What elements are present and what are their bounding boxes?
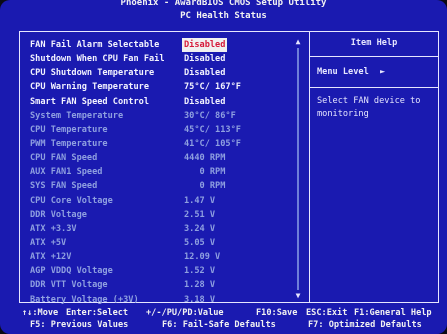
- reading-value: 0 RPM: [184, 181, 226, 192]
- key-general-help: F1:General Help: [354, 308, 432, 318]
- key-optimized-defaults: F7: Optimized Defaults: [308, 320, 422, 330]
- setting-label: Smart FAN Speed Control: [30, 96, 149, 107]
- reading-label: ATX +5V: [30, 237, 67, 248]
- reading-label: AGP VDDQ Voltage: [30, 266, 113, 277]
- key-fail-safe-defaults: F6: Fail-Safe Defaults: [162, 320, 276, 330]
- setting-label: FAN Fail Alarm Selectable: [30, 40, 160, 50]
- reading-label: CPU Temperature: [30, 124, 108, 135]
- key-move: ↑↓:Move: [22, 308, 59, 318]
- reading-value: 30°C/ 86°F: [184, 110, 236, 121]
- reading-row-atx-5v: ATX +5V 5.05 V: [30, 236, 300, 250]
- bios-screen: Phoenix - AwardBIOS CMOS Setup Utility P…: [0, 0, 447, 334]
- menu-level: Menu Level ►: [317, 67, 385, 77]
- reading-row-sys-fan-speed: SYS FAN Speed 0 RPM: [30, 179, 300, 193]
- reading-label: CPU FAN Speed: [30, 153, 98, 164]
- reading-value: 12.09 V: [184, 252, 221, 263]
- reading-label: SYS FAN Speed: [30, 181, 98, 192]
- key-previous-values: F5: Previous Values: [30, 320, 129, 330]
- reading-value: 2.51 V: [184, 209, 216, 220]
- help-menu-divider: [309, 87, 439, 88]
- reading-row-cpu-core-voltage: CPU Core Voltage 1.47 V: [30, 194, 300, 208]
- reading-label: AUX FAN1 Speed: [30, 167, 103, 178]
- reading-row-atx-12v: ATX +12V 12.09 V: [30, 250, 300, 264]
- setting-label: CPU Warning Temperature: [30, 82, 149, 93]
- item-help-title: Item Help: [350, 38, 398, 48]
- setting-label: Shutdown When CPU Fan Fail: [30, 54, 165, 65]
- setting-row-fan-fail-alarm[interactable]: FAN Fail Alarm Selectable Disabled: [30, 38, 300, 52]
- help-description: Select FAN device to monitoring: [317, 96, 421, 119]
- reading-row-cpu-fan-speed: CPU FAN Speed 4440 RPM: [30, 151, 300, 165]
- bios-title: Phoenix - AwardBIOS CMOS Setup Utility: [120, 0, 327, 8]
- reading-value: 3.24 V: [184, 223, 216, 234]
- reading-row-pwm-temp: PWM Temperature 41°C/ 105°F: [30, 137, 300, 151]
- key-exit: ESC:Exit: [306, 308, 348, 318]
- reading-row-system-temp: System Temperature 30°C/ 86°F: [30, 109, 300, 123]
- reading-row-cpu-temp: CPU Temperature 45°C/ 113°F: [30, 123, 300, 137]
- menu-level-arrow-icon: ►: [379, 67, 386, 77]
- scroll-track[interactable]: [297, 48, 299, 290]
- reading-value: 1.52 V: [184, 266, 216, 277]
- reading-label: DDR Voltage: [30, 209, 87, 220]
- reading-row-agp-vddq: AGP VDDQ Voltage 1.52 V: [30, 264, 300, 278]
- reading-value: 5.05 V: [184, 237, 216, 248]
- reading-row-aux-fan1-speed: AUX FAN1 Speed 0 RPM: [30, 165, 300, 179]
- menu-level-label: Menu Level: [317, 67, 369, 77]
- reading-row-atx-3v3: ATX +3.3V 3.24 V: [30, 222, 300, 236]
- reading-label: ATX +3.3V: [30, 223, 77, 234]
- setting-row-cpu-shutdown-temp[interactable]: CPU Shutdown Temperature Disabled: [30, 66, 300, 80]
- setting-value[interactable]: Disabled: [182, 38, 228, 52]
- setting-value[interactable]: 75°C/ 167°F: [184, 80, 241, 94]
- reading-value: 1.28 V: [184, 280, 216, 291]
- reading-value: 3.18 V: [184, 294, 216, 305]
- reading-label: CPU Core Voltage: [30, 195, 113, 206]
- setting-value[interactable]: Disabled: [184, 95, 225, 109]
- setting-row-smart-fan[interactable]: Smart FAN Speed Control Disabled: [30, 95, 300, 109]
- reading-label: Battery Voltage (+3V): [30, 294, 139, 305]
- scroll-up-icon[interactable]: ▲: [294, 38, 302, 46]
- reading-row-ddr-vtt: DDR VTT Voltage 1.28 V: [30, 278, 300, 292]
- reading-label: DDR VTT Voltage: [30, 280, 108, 291]
- reading-value: 1.47 V: [184, 195, 216, 206]
- setting-label: CPU Shutdown Temperature: [30, 68, 155, 79]
- reading-label: ATX +12V: [30, 252, 72, 263]
- reading-value: 41°C/ 105°F: [184, 138, 241, 149]
- settings-list: FAN Fail Alarm Selectable Disabled Shutd…: [30, 38, 300, 307]
- setting-row-shutdown-cpu-fan-fail[interactable]: Shutdown When CPU Fan Fail Disabled: [30, 52, 300, 66]
- setting-value[interactable]: Disabled: [184, 52, 225, 66]
- key-save: F10:Save: [256, 308, 298, 318]
- reading-value: 45°C/ 113°F: [184, 124, 241, 135]
- panel-divider: [309, 31, 310, 303]
- setting-value[interactable]: Disabled: [184, 66, 225, 80]
- reading-row-battery-voltage: Battery Voltage (+3V) 3.18 V: [30, 293, 300, 307]
- help-title-divider: [309, 56, 439, 57]
- reading-row-ddr-voltage: DDR Voltage 2.51 V: [30, 208, 300, 222]
- reading-label: PWM Temperature: [30, 138, 108, 149]
- key-value: +/-/PU/PD:Value: [146, 308, 224, 318]
- title-bar: Phoenix - AwardBIOS CMOS Setup Utility P…: [0, 0, 447, 28]
- reading-label: System Temperature: [30, 110, 124, 121]
- page-title: PC Health Status: [180, 11, 267, 21]
- reading-value: 0 RPM: [184, 167, 226, 178]
- scrollbar[interactable]: ▲ ▼: [294, 38, 302, 300]
- key-select: Enter:Select: [66, 308, 129, 318]
- setting-row-cpu-warning-temp[interactable]: CPU Warning Temperature 75°C/ 167°F: [30, 80, 300, 94]
- scroll-down-icon[interactable]: ▼: [294, 292, 302, 300]
- reading-value: 4440 RPM: [184, 153, 226, 164]
